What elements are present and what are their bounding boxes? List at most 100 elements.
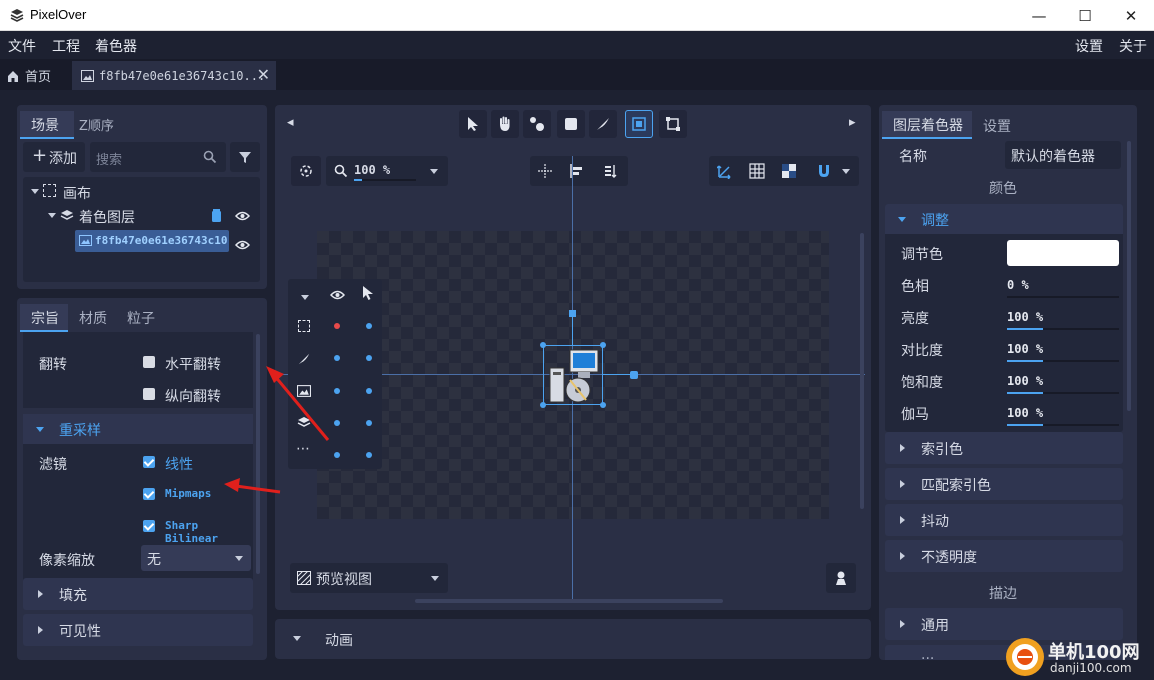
menu-settings[interactable]: 设置	[1075, 36, 1103, 56]
tab-document[interactable]: f8fb47e0e61e36743c10... ✕	[72, 61, 276, 90]
sharp-bilinear-checkbox[interactable]	[143, 520, 155, 532]
viewport-horizontal-scrollbar[interactable]	[415, 599, 723, 603]
selectable-dot[interactable]	[366, 388, 372, 394]
cursor-icon[interactable]	[362, 285, 374, 301]
more-icon[interactable]: ⋯	[296, 441, 310, 457]
slider-fill	[1007, 424, 1043, 426]
visibility-dot[interactable]	[334, 420, 340, 426]
transform-tool-button[interactable]	[625, 110, 653, 138]
slider-track[interactable]	[1007, 296, 1119, 298]
align-center-icon[interactable]	[538, 164, 552, 178]
preview-view-select[interactable]: 预览视图	[290, 563, 448, 593]
adjust-header[interactable]: 调整	[885, 204, 1123, 234]
selected-image-bounds[interactable]	[540, 342, 606, 408]
window-title: PixelOver	[30, 7, 87, 22]
linear-checkbox[interactable]	[143, 456, 155, 468]
tab-shader-settings[interactable]: 设置	[983, 116, 1011, 136]
center-view-button[interactable]	[291, 156, 321, 186]
collapse-arrow-icon	[898, 217, 906, 222]
select-tool-button[interactable]	[459, 110, 487, 138]
close-tab-icon[interactable]: ✕	[257, 65, 270, 84]
zoom-select[interactable]: 100 %	[326, 156, 448, 186]
match-index-color-header[interactable]: 匹配索引色	[885, 468, 1123, 500]
mesh-icon	[666, 117, 680, 131]
eye-icon[interactable]	[330, 290, 345, 300]
toolbar-scroll-right-icon[interactable]: ▸	[849, 115, 856, 130]
resize-handle[interactable]	[540, 342, 546, 348]
animation-panel[interactable]: 动画	[275, 619, 871, 659]
image-icon	[81, 69, 94, 82]
mesh-tool-button[interactable]	[659, 110, 687, 138]
tab-home[interactable]: 首页	[6, 61, 68, 90]
opacity-header[interactable]: 不透明度	[885, 540, 1123, 572]
expand-arrow-icon	[900, 620, 905, 628]
menu-about[interactable]: 关于	[1119, 36, 1147, 56]
viewport-vertical-scrollbar[interactable]	[860, 233, 864, 509]
shader-name-input[interactable]: 默认的着色器	[1005, 141, 1121, 169]
menu-shader[interactable]: 着色器	[95, 36, 137, 56]
tree-node-shader-layer[interactable]: 着色图层	[23, 206, 260, 226]
search-input[interactable]: 搜索	[90, 142, 226, 172]
pixel-scale-select[interactable]: 无	[141, 545, 251, 571]
visibility-section-header[interactable]: 可见性	[23, 614, 253, 646]
slider-value[interactable]: 100 %	[1007, 374, 1043, 388]
tree-node-canvas[interactable]: 画布	[23, 182, 260, 202]
tab-material[interactable]: 材质	[79, 308, 107, 328]
maximize-button[interactable]: ☐	[1062, 0, 1108, 31]
resize-handle[interactable]	[600, 342, 606, 348]
shader-panel-scrollbar[interactable]	[1127, 141, 1131, 411]
selectable-dot[interactable]	[366, 355, 372, 361]
tab-particle[interactable]: 粒子	[127, 308, 155, 328]
slider-value[interactable]: 100 %	[1007, 342, 1043, 356]
menu-file[interactable]: 文件	[8, 36, 36, 56]
toolbar-scroll-left-icon[interactable]: ◂	[287, 115, 294, 130]
index-color-header[interactable]: 索引色	[885, 432, 1123, 464]
character-preview-button[interactable]	[826, 563, 856, 593]
shader-bucket-icon[interactable]	[211, 209, 222, 223]
sort-icon[interactable]	[604, 164, 618, 178]
rect-tool-button[interactable]	[557, 110, 585, 138]
eye-icon[interactable]	[235, 240, 250, 250]
slider-value[interactable]: 100 %	[1007, 310, 1043, 324]
visibility-dot[interactable]	[334, 355, 340, 361]
properties-scrollbar[interactable]	[256, 334, 260, 574]
add-node-button[interactable]: + 添加	[23, 142, 85, 172]
deform-tool-button[interactable]	[589, 110, 617, 138]
flip-horizontal-checkbox[interactable]	[143, 356, 155, 368]
magnet-icon[interactable]	[817, 163, 831, 179]
selectable-dot[interactable]	[366, 323, 372, 329]
mipmaps-checkbox[interactable]	[143, 488, 155, 500]
eye-icon[interactable]	[235, 211, 250, 221]
transparency-grid-icon[interactable]	[781, 163, 797, 179]
minimize-button[interactable]: —	[1016, 0, 1062, 31]
resample-header[interactable]: 重采样	[23, 414, 253, 444]
grid-icon[interactable]	[749, 163, 765, 179]
x-axis-handle[interactable]	[630, 371, 638, 379]
close-window-button[interactable]: ✕	[1108, 0, 1154, 31]
tab-zorder[interactable]: Z顺序	[79, 115, 114, 134]
selectable-dot[interactable]	[366, 420, 372, 426]
selectable-dot[interactable]	[366, 452, 372, 458]
slider-value[interactable]: 100 %	[1007, 406, 1043, 420]
tint-color-swatch[interactable]	[1007, 240, 1119, 266]
resize-handle[interactable]	[600, 402, 606, 408]
slider-value[interactable]: 0 %	[1007, 278, 1029, 292]
snap-axis-icon[interactable]	[717, 163, 733, 179]
fill-section-header[interactable]: 填充	[23, 578, 253, 610]
bones-tool-button[interactable]	[523, 110, 551, 138]
dropdown-arrow-icon[interactable]	[301, 295, 309, 300]
plus-icon: +	[32, 145, 48, 166]
tab-home-label: 首页	[25, 70, 52, 85]
y-axis-handle[interactable]	[569, 310, 576, 317]
dither-header[interactable]: 抖动	[885, 504, 1123, 536]
pan-tool-button[interactable]	[491, 110, 519, 138]
resize-handle[interactable]	[540, 402, 546, 408]
menu-project[interactable]: 工程	[52, 36, 80, 56]
filter-button[interactable]	[230, 142, 260, 172]
tree-node-image[interactable]: f8fb47e0e61e36743c10	[75, 230, 229, 252]
visibility-dot[interactable]	[334, 388, 340, 394]
visibility-dot[interactable]	[334, 452, 340, 458]
dropdown-arrow-icon[interactable]	[842, 169, 850, 174]
flip-vertical-checkbox[interactable]	[143, 388, 155, 400]
visibility-dot[interactable]	[334, 323, 340, 329]
